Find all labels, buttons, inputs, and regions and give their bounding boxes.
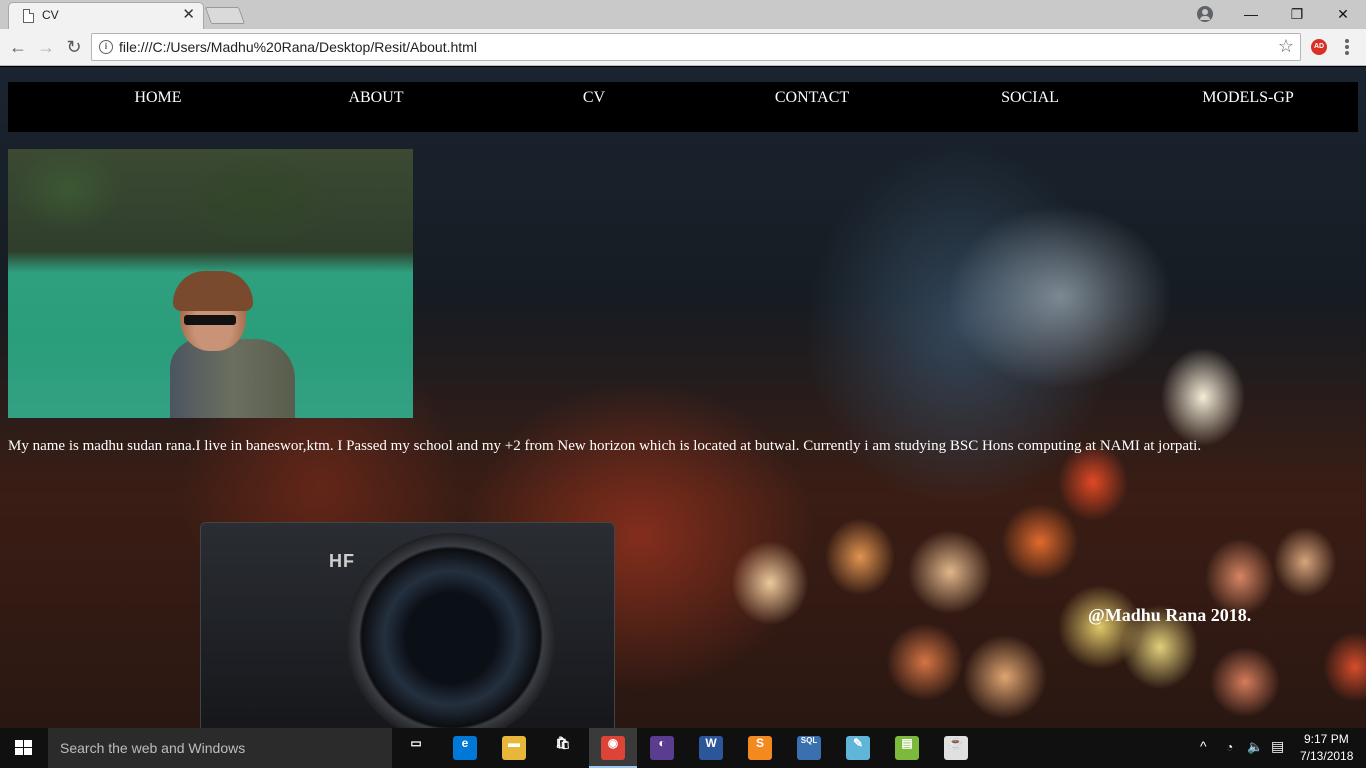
sql-icon[interactable]: SQL (797, 736, 821, 760)
volume-icon[interactable]: 🔈 (1247, 739, 1263, 755)
document-icon (23, 9, 34, 23)
new-tab-button[interactable] (204, 7, 246, 24)
info-icon[interactable]: i (99, 40, 113, 54)
profile-photo (8, 149, 413, 418)
reload-icon[interactable]: ↻ (63, 36, 85, 58)
clock-time[interactable]: 9:17 PM (1304, 732, 1349, 746)
sunglasses (184, 315, 236, 325)
browser-toolbar: ← → ↻ i file:///C:/Users/Madhu%20Rana/De… (0, 29, 1366, 66)
address-bar[interactable]: i file:///C:/Users/Madhu%20Rana/Desktop/… (91, 33, 1301, 61)
url-text[interactable]: file:///C:/Users/Madhu%20Rana/Desktop/Re… (119, 39, 477, 55)
notepad-icon[interactable]: ✎ (846, 736, 870, 760)
site-navigation: HOME ABOUT CV CONTACT SOCIAL MODELS-GP (8, 82, 1358, 132)
minimize-button[interactable]: — (1228, 0, 1274, 29)
browser-tab[interactable]: CV ✕ (8, 2, 204, 29)
file-explorer-icon[interactable]: ▬ (502, 736, 526, 760)
bookmark-star-icon[interactable]: ☆ (1278, 36, 1294, 57)
nav-social-link[interactable]: SOCIAL (930, 89, 1130, 107)
nav-cv-link[interactable]: CV (494, 89, 694, 107)
store-icon[interactable]: 🛍 (551, 736, 575, 760)
search-placeholder[interactable]: Search the web and Windows (60, 740, 245, 756)
browser-title-bar: CV ✕ — ❐ ✕ (0, 0, 1366, 29)
tab-close-icon[interactable]: ✕ (182, 6, 195, 24)
notification-icon[interactable]: ▤ (1271, 738, 1284, 755)
nav-about-link[interactable]: ABOUT (276, 89, 476, 107)
restore-button[interactable]: ❐ (1274, 0, 1320, 29)
profile-icon[interactable] (1197, 6, 1213, 22)
wifi-icon[interactable]: ◔ (1226, 740, 1233, 754)
footer-credit: @Madhu Rana 2018. (1088, 605, 1252, 625)
person-hair (173, 271, 253, 311)
word-icon[interactable]: W (699, 736, 723, 760)
eclipse-icon[interactable]: ◐ (650, 736, 674, 760)
windows-taskbar: Search the web and Windows ▭ e ▬ 🛍 ◉ ◐ W S SQL ✎ ▤… (0, 728, 1366, 768)
back-arrow-icon[interactable]: ← (7, 36, 29, 58)
nav-models-gp-link[interactable]: MODELS-GP (1198, 89, 1298, 107)
close-window-button[interactable]: ✕ (1320, 0, 1366, 29)
web-page: HF HOME ABOUT CV CONTACT SOCIAL MODELS-G… (0, 67, 1366, 728)
java-icon[interactable]: ☕ (944, 736, 968, 760)
nav-contact-link[interactable]: CONTACT (712, 89, 912, 107)
forward-arrow-icon[interactable]: → (35, 36, 57, 58)
tray-chevron-icon[interactable]: ^ (1200, 738, 1207, 754)
chrome-icon[interactable]: ◉ (601, 736, 625, 760)
bio-paragraph: My name is madhu sudan rana.I live in ba… (8, 438, 1202, 454)
chart-app-icon[interactable]: ▤ (895, 736, 919, 760)
camera-brand-text: HF (329, 551, 355, 571)
sublime-icon[interactable]: S (748, 736, 772, 760)
camera-lens (346, 533, 556, 728)
clock-date[interactable]: 7/13/2018 (1300, 749, 1353, 763)
chrome-menu-icon[interactable] (1340, 37, 1354, 57)
tab-title: CV (42, 8, 59, 22)
task-view-icon[interactable]: ▭ (404, 736, 428, 760)
windows-start-icon[interactable] (15, 740, 33, 756)
camera-background-image: HF (200, 522, 615, 728)
edge-icon[interactable]: e (453, 736, 477, 760)
person-body (170, 339, 295, 418)
adblock-extension-icon[interactable]: AD (1311, 39, 1327, 55)
taskbar-search-box[interactable]: Search the web and Windows (48, 728, 392, 768)
nav-home-link[interactable]: HOME (58, 89, 258, 107)
